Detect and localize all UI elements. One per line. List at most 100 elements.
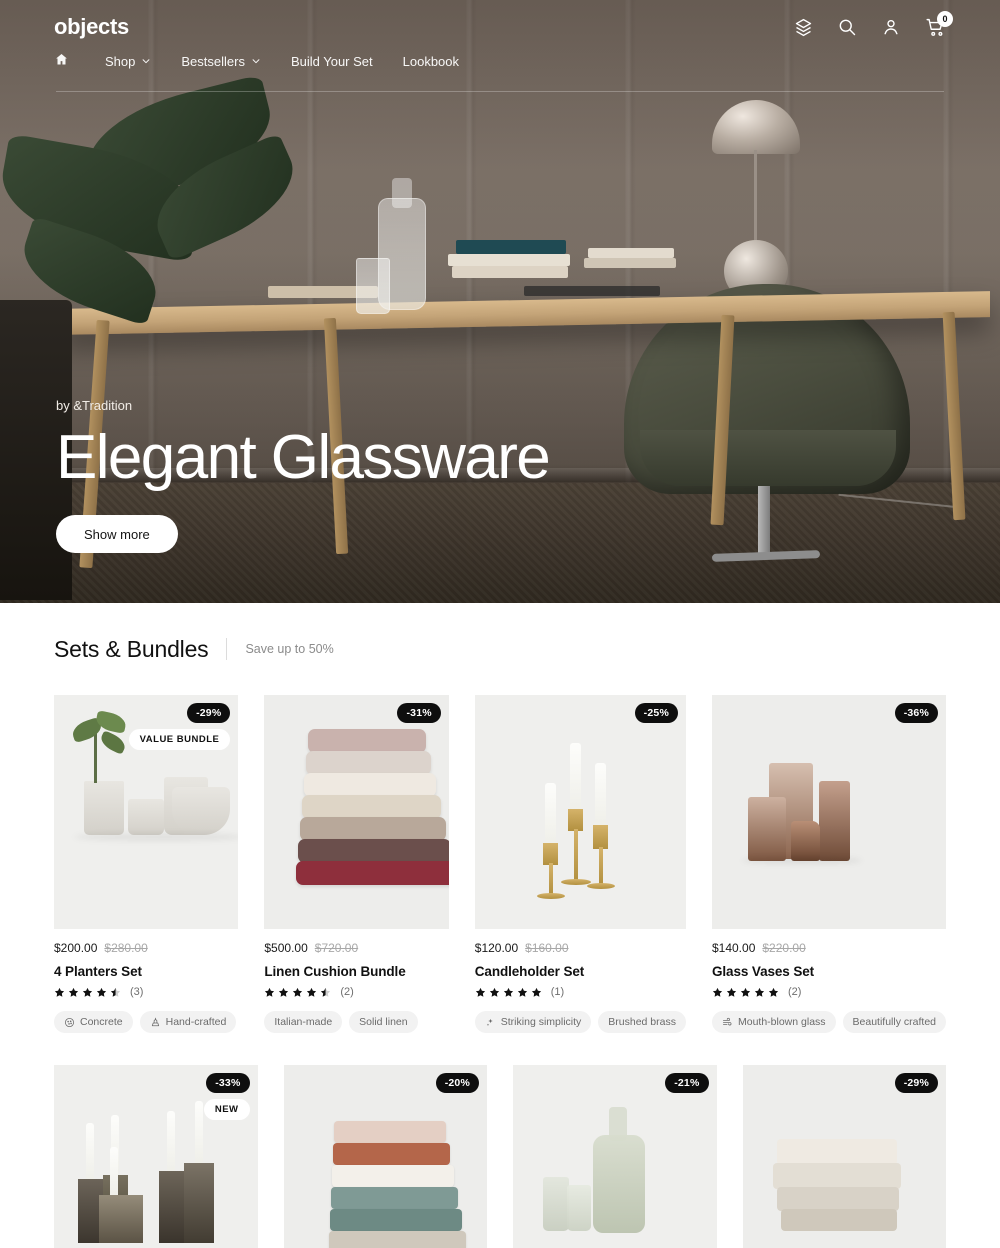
star-full-icon [82, 987, 93, 997]
chevron-down-icon [141, 54, 151, 69]
nav-item-bestsellers[interactable]: Bestsellers [181, 54, 261, 69]
product-tag[interactable]: Beautifully crafted [842, 1011, 946, 1033]
package-icon[interactable] [792, 16, 814, 38]
star-full-icon [768, 987, 779, 997]
product-tag-label: Mouth-blown glass [737, 1016, 826, 1028]
nav-item-label: Bestsellers [181, 53, 245, 69]
product-meta: $120.00 $160.00 Candleholder Set (1) Str… [474, 929, 686, 1033]
nav-item-build-your-set[interactable]: Build Your Set [291, 54, 373, 69]
product-badges: -29% [894, 1073, 938, 1093]
product-tags: Striking simplicity Brushed brass [474, 1011, 686, 1033]
product-tag[interactable]: Mouth-blown glass [711, 1011, 836, 1033]
product-thumbnail[interactable]: -29% [742, 1065, 946, 1248]
section-title: Sets & Bundles [54, 635, 209, 662]
product-thumbnail[interactable]: -21% [513, 1065, 717, 1248]
product-card[interactable]: -29% [742, 1065, 946, 1248]
product-thumbnail[interactable]: -31% [264, 695, 449, 929]
discount-badge: -33% [206, 1073, 250, 1093]
product-image-cushions [282, 695, 449, 929]
product-card[interactable]: -33% NEW [54, 1065, 258, 1248]
product-card[interactable]: -36% $140.00 $220.00 Glass Vases Set (2)… [711, 695, 946, 1033]
nav-item-home[interactable] [54, 52, 69, 70]
product-tag[interactable]: Hand-crafted [139, 1011, 237, 1033]
product-badges: -21% [665, 1073, 709, 1093]
main-navigation: Shop Bestsellers Build Your Set Lookbook [0, 40, 1000, 70]
texture-dots-icon [64, 1017, 75, 1028]
price-current: $200.00 [54, 941, 98, 955]
product-thumbnail[interactable]: -36% [711, 695, 946, 929]
site-header: objects 0 Shop Bestsellers Build Your Se… [0, 0, 1000, 92]
star-half-icon [320, 987, 331, 998]
review-count: (2) [340, 986, 354, 998]
show-more-button[interactable]: Show more [56, 515, 178, 553]
discount-badge: -20% [435, 1073, 479, 1093]
discount-badge: -29% [894, 1073, 938, 1093]
star-full-icon [503, 987, 513, 997]
star-full-icon [517, 987, 527, 997]
product-tag-label: Concrete [80, 1016, 123, 1028]
product-card[interactable]: -25% $120.00 $160.00 Candleholder Set (1… [474, 695, 686, 1033]
header-divider [56, 91, 944, 92]
nav-item-lookbook[interactable]: Lookbook [403, 54, 459, 69]
product-tag[interactable]: Solid linen [349, 1011, 418, 1033]
tagline-badge: VALUE BUNDLE [128, 729, 231, 750]
product-thumbnail[interactable]: -29% VALUE BUNDLE [54, 695, 239, 929]
product-card[interactable]: -31% $500.00 $720.00 Linen Cushion Bundl… [264, 695, 449, 1033]
desk-tray [524, 286, 660, 296]
product-badges: -25% [634, 703, 678, 723]
price-row: $140.00 $220.00 [712, 941, 946, 955]
user-icon[interactable] [880, 16, 902, 38]
product-tag-label: Brushed brass [608, 1016, 676, 1028]
star-full-icon [279, 987, 289, 997]
star-full-icon [54, 987, 65, 997]
product-tag[interactable]: Concrete [54, 1011, 133, 1033]
product-tag-label: Beautifully crafted [852, 1016, 936, 1028]
header-icon-group: 0 [792, 11, 953, 38]
star-rating [54, 987, 121, 998]
section-subtitle: Save up to 50% [245, 642, 334, 656]
review-count: (2) [787, 986, 802, 998]
product-name[interactable]: 4 Planters Set [54, 964, 238, 979]
discount-badge: -36% [894, 703, 938, 723]
product-card[interactable]: -29% VALUE BUNDLE $200.00 $280.00 4 Plan… [54, 695, 239, 1033]
armchair-post [758, 486, 770, 556]
hero-banner: objects 0 Shop Bestsellers Build Your Se… [0, 0, 1000, 603]
search-icon[interactable] [836, 16, 858, 38]
product-card[interactable]: -20% [283, 1065, 487, 1248]
section-header: Sets & Bundles Save up to 50% [54, 603, 946, 695]
product-thumbnail[interactable]: -33% NEW [54, 1065, 258, 1248]
product-tag[interactable]: Brushed brass [598, 1011, 686, 1033]
product-badges: -31% [397, 703, 441, 723]
product-tag[interactable]: Striking simplicity [474, 1011, 592, 1033]
product-badges: -36% [894, 703, 938, 723]
review-count: (3) [130, 986, 144, 998]
page-title: Elegant Glassware [56, 423, 551, 492]
book [456, 240, 566, 254]
product-name[interactable]: Candleholder Set [475, 964, 686, 979]
rating-row: (1) [475, 986, 686, 998]
product-name[interactable]: Linen Cushion Bundle [264, 964, 448, 979]
product-tag-label: Hand-crafted [165, 1016, 227, 1028]
product-thumbnail[interactable]: -20% [283, 1065, 487, 1248]
rating-row: (2) [712, 986, 946, 998]
price-current: $120.00 [474, 941, 519, 955]
rating-row: (2) [264, 986, 448, 998]
star-full-icon [740, 987, 751, 997]
discount-badge: -25% [634, 703, 678, 723]
cart-icon[interactable]: 0 [924, 11, 953, 38]
product-meta: $200.00 $280.00 4 Planters Set (3) Concr… [54, 929, 238, 1033]
star-full-icon [754, 987, 765, 997]
product-tag-label: Striking simplicity [500, 1016, 582, 1028]
product-tags: Italian-made Solid linen [264, 1011, 448, 1033]
product-image-vases [712, 695, 946, 929]
product-thumbnail[interactable]: -25% [474, 695, 686, 929]
discount-badge: -29% [187, 703, 231, 723]
blow-icon [722, 1017, 733, 1028]
product-tag[interactable]: Italian-made [264, 1011, 343, 1033]
craft-icon [150, 1017, 161, 1028]
brand-logo[interactable]: objects [54, 14, 129, 40]
rating-row: (3) [54, 986, 238, 998]
product-card[interactable]: -21% [513, 1065, 717, 1248]
product-name[interactable]: Glass Vases Set [712, 964, 946, 979]
nav-item-shop[interactable]: Shop [105, 54, 151, 69]
